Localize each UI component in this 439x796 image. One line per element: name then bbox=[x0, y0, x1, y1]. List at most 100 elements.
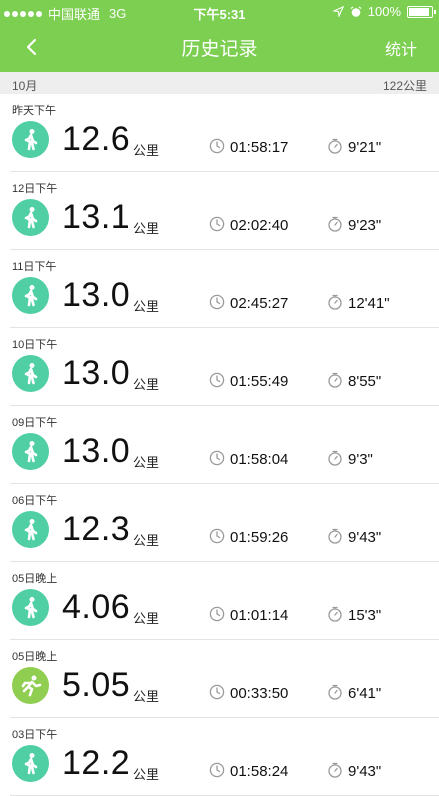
record-distance: 13.1 bbox=[62, 198, 131, 236]
record-duration: 02:02:40 bbox=[230, 217, 289, 234]
record-row[interactable]: 09日下午 13.0 公里 01:58:04 9'3" bbox=[0, 406, 439, 484]
record-row[interactable]: 03日下午 12.2 公里 01:58:24 9'43" bbox=[0, 718, 439, 796]
record-row[interactable]: 06日下午 12.3 公里 01:59:26 9'43" bbox=[0, 484, 439, 562]
distance-unit: 公里 bbox=[133, 455, 160, 470]
record-distance: 5.05 bbox=[62, 666, 131, 704]
record-row[interactable]: 05日晚上 4.06 公里 01:01:14 15'3" bbox=[0, 562, 439, 640]
record-date: 10日下午 bbox=[12, 339, 58, 351]
record-pace: 9'43" bbox=[348, 529, 382, 546]
walking-person-icon bbox=[24, 752, 37, 774]
record-date: 11日下午 bbox=[12, 261, 57, 273]
running-activity-icon bbox=[12, 667, 49, 704]
month-summary-bar: 10月 122公里 bbox=[0, 72, 439, 94]
app-header: 中国联通 3G 下午5:31 100% 历史记录 统计 bbox=[0, 0, 439, 72]
stopwatch-icon bbox=[328, 294, 342, 310]
record-distance: 13.0 bbox=[62, 276, 131, 314]
distance-unit: 公里 bbox=[133, 533, 160, 548]
record-pace: 9'43" bbox=[348, 763, 382, 780]
record-duration: 01:58:04 bbox=[230, 451, 289, 468]
record-row[interactable]: 昨天下午 12.6 公里 01:58:17 9'21" bbox=[0, 94, 439, 172]
distance-unit: 公里 bbox=[133, 767, 160, 782]
stopwatch-icon bbox=[328, 216, 342, 232]
record-date: 03日下午 bbox=[12, 729, 58, 741]
distance-unit: 公里 bbox=[133, 221, 160, 236]
record-date: 05日晚上 bbox=[12, 651, 58, 663]
record-duration: 01:58:24 bbox=[230, 763, 289, 780]
stopwatch-icon bbox=[328, 528, 342, 544]
walking-person-icon bbox=[24, 362, 37, 384]
stopwatch-icon bbox=[328, 450, 342, 466]
record-pace: 15'3" bbox=[348, 607, 382, 624]
clock-icon bbox=[209, 216, 225, 232]
clock-icon bbox=[209, 762, 225, 778]
record-list: 昨天下午 12.6 公里 01:58:17 9'21" 12日下午 13.1 公里 02:02:… bbox=[0, 94, 439, 796]
record-pace: 9'3" bbox=[348, 451, 373, 468]
battery-icon bbox=[407, 5, 436, 18]
record-pace: 9'21" bbox=[348, 139, 382, 156]
clock-icon bbox=[209, 138, 225, 154]
walking-activity-icon bbox=[12, 433, 49, 470]
clock-icon bbox=[209, 294, 225, 310]
record-row[interactable]: 11日下午 13.0 公里 02:45:27 12'41" bbox=[0, 250, 439, 328]
record-duration: 01:59:26 bbox=[230, 529, 289, 546]
clock-icon bbox=[209, 450, 225, 466]
walking-person-icon bbox=[24, 518, 37, 540]
record-date: 12日下午 bbox=[12, 183, 58, 195]
clock-icon bbox=[209, 606, 225, 622]
stopwatch-icon bbox=[328, 606, 342, 622]
record-duration: 02:45:27 bbox=[230, 295, 289, 312]
walking-activity-icon bbox=[12, 277, 49, 314]
record-distance: 13.0 bbox=[62, 432, 131, 470]
record-pace: 6'41" bbox=[348, 685, 382, 702]
distance-unit: 公里 bbox=[133, 689, 160, 704]
record-distance: 4.06 bbox=[62, 588, 131, 626]
walking-person-icon bbox=[24, 440, 37, 462]
distance-unit: 公里 bbox=[133, 143, 160, 158]
record-row[interactable]: 05日晚上 5.05 公里 00:33:50 6'41" bbox=[0, 640, 439, 718]
stats-button[interactable]: 统计 bbox=[385, 36, 417, 60]
status-bar: 中国联通 3G 下午5:31 100% bbox=[0, 0, 439, 22]
record-duration: 01:55:49 bbox=[230, 373, 289, 390]
clock-icon bbox=[209, 528, 225, 544]
stopwatch-icon bbox=[328, 762, 342, 778]
record-duration: 01:58:17 bbox=[230, 139, 289, 156]
walking-activity-icon bbox=[12, 589, 49, 626]
alarm-clock-icon bbox=[350, 5, 362, 17]
nav-bar: 历史记录 统计 bbox=[0, 22, 439, 72]
stopwatch-icon bbox=[328, 138, 342, 154]
record-distance: 13.0 bbox=[62, 354, 131, 392]
record-pace: 9'23" bbox=[348, 217, 382, 234]
month-total-distance: 122公里 bbox=[382, 79, 427, 93]
record-distance: 12.6 bbox=[62, 120, 131, 158]
record-distance: 12.3 bbox=[62, 510, 131, 548]
stopwatch-icon bbox=[328, 684, 342, 700]
walking-person-icon bbox=[24, 206, 37, 228]
record-duration: 01:01:14 bbox=[230, 607, 289, 624]
distance-unit: 公里 bbox=[133, 299, 160, 314]
record-pace: 12'41" bbox=[348, 295, 390, 312]
month-label: 10月 bbox=[12, 79, 38, 93]
page-title: 历史记录 bbox=[181, 39, 258, 60]
record-date: 09日下午 bbox=[12, 417, 58, 429]
record-duration: 00:33:50 bbox=[230, 685, 289, 702]
record-row[interactable]: 10日下午 13.0 公里 01:55:49 8'55" bbox=[0, 328, 439, 406]
walking-activity-icon bbox=[12, 745, 49, 782]
clock-icon bbox=[209, 372, 225, 388]
walking-person-icon bbox=[24, 284, 37, 306]
walking-activity-icon bbox=[12, 121, 49, 158]
clock-icon bbox=[209, 684, 225, 700]
walking-activity-icon bbox=[12, 199, 49, 236]
record-date: 06日下午 bbox=[12, 495, 58, 507]
battery-percent: 100% bbox=[367, 4, 401, 19]
distance-unit: 公里 bbox=[133, 611, 160, 626]
record-date: 05日晚上 bbox=[12, 573, 58, 585]
record-row[interactable]: 12日下午 13.1 公里 02:02:40 9'23" bbox=[0, 172, 439, 250]
walking-activity-icon bbox=[12, 355, 49, 392]
running-person-icon bbox=[21, 675, 41, 696]
walking-activity-icon bbox=[12, 511, 49, 548]
distance-unit: 公里 bbox=[133, 377, 160, 392]
stopwatch-icon bbox=[328, 372, 342, 388]
walking-person-icon bbox=[24, 128, 37, 150]
walking-person-icon bbox=[24, 596, 37, 618]
record-distance: 12.2 bbox=[62, 744, 131, 782]
